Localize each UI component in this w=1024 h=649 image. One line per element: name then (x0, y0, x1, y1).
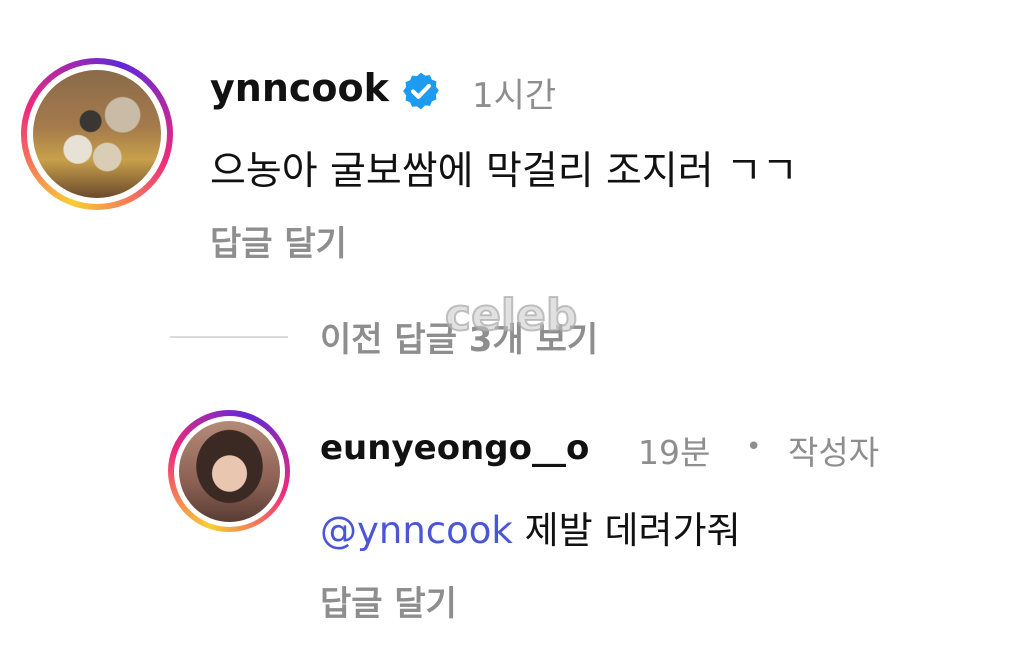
comment-2: eunyeongo__o 19분 • 작성자 @ynncook 제발 데려가줘 … (0, 390, 1024, 649)
avatar-ring[interactable] (168, 410, 290, 532)
verified-badge-icon (403, 72, 439, 110)
mention-link[interactable]: @ynncook (320, 509, 513, 552)
avatar-ring[interactable] (21, 58, 173, 210)
reply-button[interactable]: 답글 달기 (210, 216, 347, 265)
separator-dot: • (746, 432, 762, 462)
comment-time: 1시간 (472, 76, 557, 116)
avatar[interactable] (178, 420, 280, 522)
view-previous-replies-button[interactable]: 이전 답글 3개 보기 (320, 312, 598, 361)
comment-body: 제발 데려가줘 (524, 509, 741, 552)
comment-text: 으농아 굴보쌈에 막걸리 조지러 ㄱㄱ (210, 149, 798, 194)
comment-text: @ynncook 제발 데려가줘 (320, 500, 741, 554)
reply-button[interactable]: 답글 달기 (320, 576, 457, 625)
replies-divider (170, 336, 288, 338)
avatar[interactable] (33, 70, 161, 198)
comment-username[interactable]: eunyeongo__o (320, 428, 589, 468)
comment-time: 19분 (638, 433, 711, 472)
comment-1: ynncook 1시간 으농아 굴보쌈에 막걸리 조지러 ㄱㄱ 답글 달기 (0, 0, 1024, 270)
author-badge: 작성자 (788, 433, 880, 472)
comment-username[interactable]: ynncook (210, 66, 389, 110)
